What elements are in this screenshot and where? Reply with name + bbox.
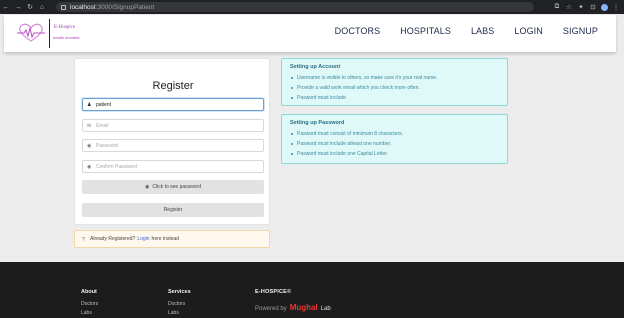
address-bar[interactable]: localhost:3000/SignupPatient [56,2,534,12]
nav-login[interactable]: LOGIN [514,26,543,36]
email-field[interactable]: ✉ [82,119,264,132]
list-item: Username is visible to others, so make s… [290,73,499,83]
account-info-box: Setting up Account Username is visible t… [281,58,508,106]
register-card: Register ♟ ✉ ◉ ◉ ◉ Click to see password… [74,58,270,225]
list-item: Pasword must consist of minimum 8 charac… [290,129,499,139]
email-input[interactable] [96,122,256,129]
reload-icon[interactable]: ↻ [24,0,36,14]
browser-actions: ⧉ ☆ ✦ ⊡ ⋮ [553,0,620,14]
footer-link-doctors[interactable]: Doctors [168,301,191,307]
company-logo[interactable]: Mughal [290,303,318,312]
side-panel-icon[interactable]: ⊡ [589,3,597,11]
nav-doctors[interactable]: DOCTORS [335,26,381,36]
login-hint-text: Already Registered? [90,236,136,242]
url-path: :3000/SignupPatient [95,3,155,11]
home-icon[interactable]: ⌂ [36,0,48,14]
extensions-icon[interactable]: ✦ [577,3,585,11]
footer-about: About Doctors Labs [81,289,98,318]
app-header: E-Hospice health moment DOCTORS HOSPITAL… [4,15,616,52]
question-circle-icon: ? [82,236,85,243]
forward-arrow-icon[interactable]: → [12,0,24,14]
account-info-title: Setting up Account [290,64,341,70]
name-field[interactable]: ♟ [82,98,264,111]
list-item: Provide a valid work email which you che… [290,83,499,93]
browser-toolbar: ← → ↻ ⌂ localhost:3000/SignupPatient ⧉ ☆… [0,0,624,14]
heart-pulse-logo-icon[interactable] [16,23,46,43]
login-hint: ? Already Registered? Login here instead [74,230,270,248]
profile-avatar[interactable] [601,3,608,11]
brand-tagline: health moment [53,35,80,40]
register-button[interactable]: Register [82,203,264,217]
footer-link-labs[interactable]: Labs [81,310,98,316]
user-icon: ♟ [87,101,92,108]
lock-icon: ◉ [87,163,92,170]
password-info-title: Setting up Password [290,120,345,126]
footer-link-doctors[interactable]: Doctors [81,301,98,307]
site-info-icon[interactable] [61,4,66,10]
list-item: Pasword must include one Capital Letter. [290,149,499,159]
password-input[interactable] [96,142,256,149]
main-nav: DOCTORS HOSPITALS LABS LOGIN SIGNUP [335,15,598,46]
list-item: Pasword must include atleast one number. [290,139,499,149]
list-item: Pasword must include [290,93,499,103]
password-info-box: Setting up Password Pasword must consist… [281,114,508,164]
envelope-icon: ✉ [87,122,92,129]
register-title: Register [152,80,194,92]
login-link[interactable]: Login [137,236,149,242]
password-info-list: Pasword must consist of minimum 8 charac… [290,129,499,159]
logo-divider [49,19,50,48]
brand-name[interactable]: E-Hospice [54,25,75,30]
confirm-password-input[interactable] [96,163,256,170]
back-arrow-icon[interactable]: ← [0,0,12,14]
share-icon[interactable]: ⧉ [553,3,561,11]
menu-kebab-icon[interactable]: ⋮ [612,3,620,11]
powered-by-label: Powered by [255,306,287,312]
site-footer: About Doctors Labs Services Doctors Labs… [0,262,624,318]
nav-hospitals[interactable]: HOSPITALS [400,26,451,36]
footer-services-title: Services [168,289,191,295]
footer-link-labs[interactable]: Labs [168,310,191,316]
nav-labs[interactable]: LABS [471,26,494,36]
footer-about-title: About [81,289,97,295]
bookmark-star-icon[interactable]: ☆ [565,3,573,11]
footer-services: Services Doctors Labs [168,289,191,318]
password-field[interactable]: ◉ [82,139,264,152]
url-host: localhost [70,3,96,11]
confirm-password-field[interactable]: ◉ [82,160,264,173]
show-password-label: Click to see password [152,184,201,190]
name-input[interactable] [96,101,256,108]
footer-brand: E-HOSPICE© [255,289,292,295]
company-suffix: Lab [320,306,331,312]
show-password-button[interactable]: ◉ Click to see password [82,180,264,194]
account-info-list: Username is visible to others, so make s… [290,73,499,103]
lock-icon: ◉ [87,142,92,149]
powered-by: Powered by Mughal Lab [255,303,331,312]
eye-icon: ◉ [144,184,150,190]
nav-signup[interactable]: SIGNUP [563,26,598,36]
login-hint-suffix: here instead [151,236,180,242]
